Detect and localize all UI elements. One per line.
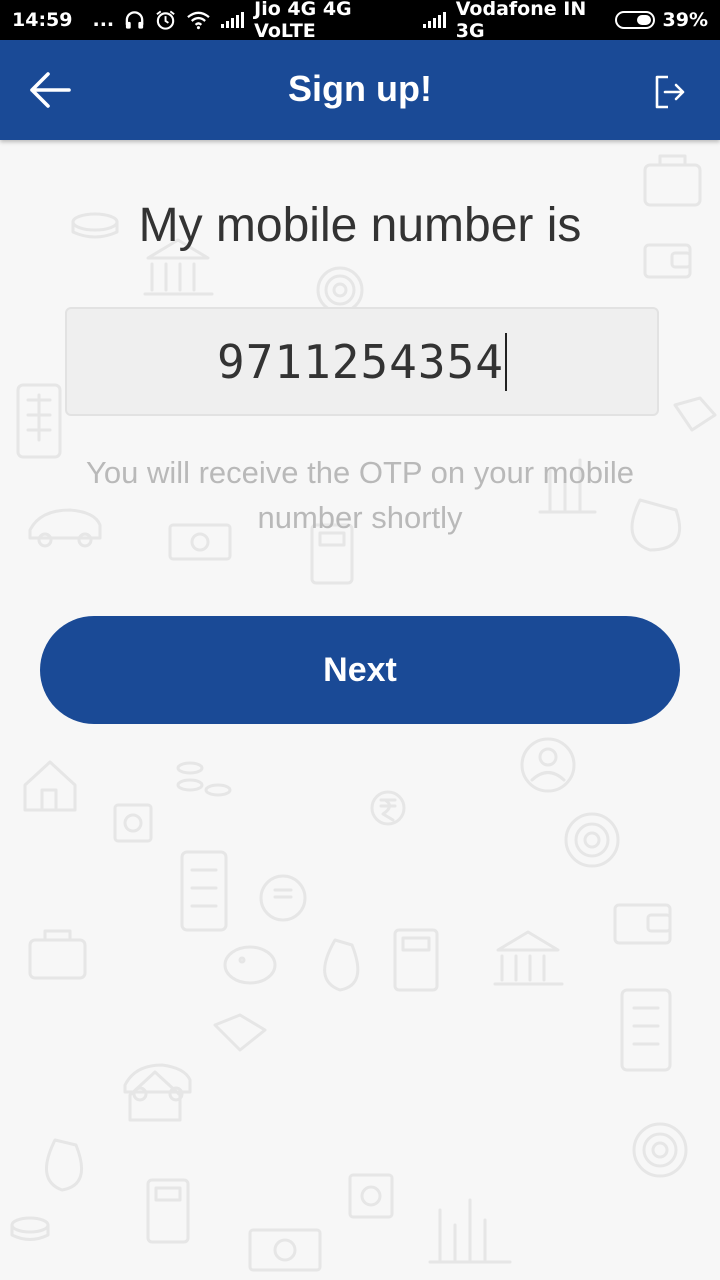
piggy-icon bbox=[223, 945, 277, 985]
logout-button[interactable] bbox=[648, 70, 692, 114]
fingerprint-icon bbox=[316, 266, 364, 314]
battery-icon bbox=[614, 11, 655, 29]
form-heading: My mobile number is bbox=[138, 199, 582, 252]
carrier-1: Jio 4G 4G VoLTE bbox=[254, 0, 352, 42]
calculator-icon-3 bbox=[620, 988, 672, 1072]
status-icons: ... Jio 4G 4G VoLTE Vodafone IN 3G bbox=[92, 0, 614, 42]
next-button[interactable]: Next bbox=[40, 616, 680, 724]
rupee-badge-icon bbox=[259, 874, 307, 922]
calculator-icon bbox=[16, 383, 62, 459]
user-icon bbox=[520, 737, 576, 793]
carrier-2: Vodafone IN 3G bbox=[455, 0, 587, 42]
text-caret bbox=[504, 332, 507, 391]
next-button-label: Next bbox=[323, 650, 397, 689]
moneybag-icon-3 bbox=[45, 1138, 84, 1192]
diamond-icon-2 bbox=[213, 1013, 267, 1052]
coins-icon bbox=[176, 761, 232, 797]
page-title: Sign up! bbox=[288, 68, 432, 109]
diamond-icon bbox=[673, 396, 717, 432]
mobile-number-value: 9711254354 bbox=[217, 334, 504, 389]
safe-icon-2 bbox=[348, 1173, 394, 1219]
logout-icon bbox=[655, 75, 685, 109]
wallet-icon-2 bbox=[613, 903, 672, 945]
wifi-icon bbox=[187, 11, 210, 30]
signal-icon bbox=[221, 12, 245, 28]
battery-group: 39% bbox=[614, 9, 708, 31]
fingerprint-icon-2 bbox=[564, 812, 620, 868]
status-bar: 14:59 ... Jio 4G 4G VoLTE Vodafone IN 3G bbox=[0, 0, 720, 42]
moneybag-icon-2 bbox=[323, 938, 360, 992]
house-icon-2 bbox=[128, 1070, 182, 1122]
house-icon bbox=[23, 760, 77, 812]
battery-percent: 39% bbox=[662, 9, 708, 31]
alarm-icon bbox=[156, 10, 175, 30]
cash-icon-2 bbox=[248, 1228, 322, 1272]
briefcase-icon-2 bbox=[28, 929, 87, 980]
status-time: 14:59 bbox=[12, 9, 73, 31]
rupee-icon bbox=[370, 790, 406, 826]
pos-icon-2 bbox=[393, 928, 439, 992]
pos-icon-3 bbox=[146, 1178, 190, 1244]
mobile-number-input[interactable]: 9711254354 bbox=[65, 307, 659, 416]
fingerprint-icon-3 bbox=[632, 1122, 688, 1178]
app-bar: Sign up! bbox=[0, 40, 720, 140]
headphones-icon bbox=[125, 11, 144, 29]
safe-icon bbox=[113, 803, 153, 843]
calculator-icon-2 bbox=[180, 850, 228, 932]
otp-hint: You will receive the OTP on your mobile … bbox=[86, 455, 634, 535]
coin-icon-2 bbox=[10, 1216, 50, 1241]
overflow-dots: ... bbox=[92, 9, 115, 31]
chart-icon-2 bbox=[428, 1198, 512, 1264]
bank-icon-2 bbox=[493, 930, 564, 986]
signal-icon-2 bbox=[422, 12, 446, 28]
